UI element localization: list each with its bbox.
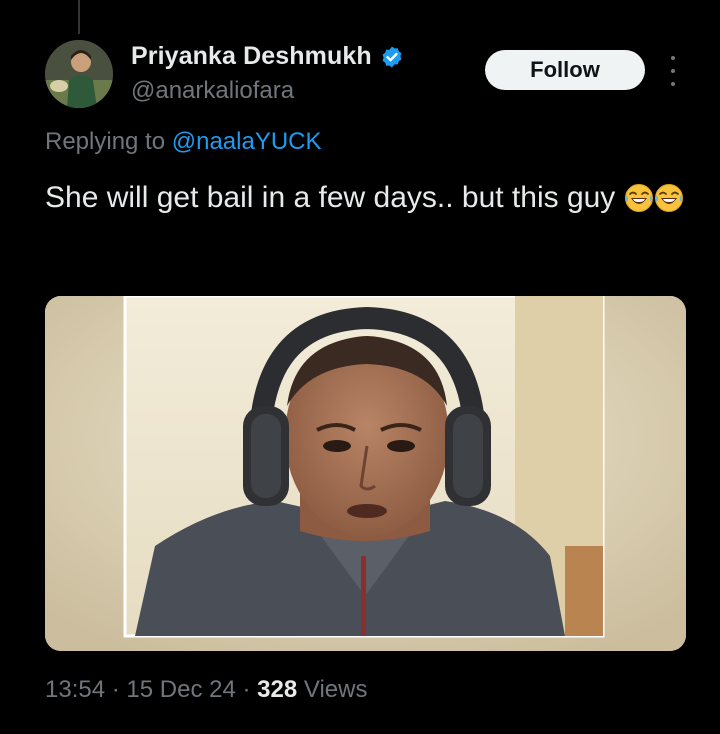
replying-to-prefix: Replying to: [45, 128, 172, 155]
thread-connector-line: [78, 0, 80, 34]
tweet-text: She will get bail in a few days.. but th…: [45, 176, 685, 225]
follow-button[interactable]: Follow: [485, 50, 645, 90]
meta-separator: ·: [111, 676, 120, 703]
replying-to-handle-link[interactable]: @naalaYUCK: [172, 128, 322, 155]
author-info: Priyanka Deshmukh @anarkaliofara: [131, 42, 404, 105]
tweet-meta: 13:54 · 15 Dec 24 · 328 Views: [45, 676, 367, 704]
author-display-name[interactable]: Priyanka Deshmukh: [131, 42, 372, 71]
avatar[interactable]: [45, 40, 113, 108]
tweet-date[interactable]: 15 Dec 24: [126, 676, 235, 703]
photo-of-man-with-headphones: [45, 296, 686, 651]
verified-badge-icon: [380, 45, 404, 69]
author-handle[interactable]: @anarkaliofara: [131, 77, 404, 105]
replying-to-line: Replying to @naalaYUCK: [45, 128, 322, 156]
more-options-icon[interactable]: [665, 56, 681, 86]
face-with-tears-of-joy-icon: [654, 182, 684, 225]
views-count: 328: [257, 676, 298, 703]
tweet-media-image[interactable]: [45, 296, 686, 651]
tweet-header: Priyanka Deshmukh @anarkaliofara Follow: [45, 40, 685, 112]
tweet-body: She will get bail in a few days.. but th…: [45, 181, 616, 214]
tweet-time[interactable]: 13:54: [45, 676, 105, 703]
face-with-tears-of-joy-icon: [624, 182, 654, 225]
views-label: Views: [303, 676, 368, 703]
meta-separator: ·: [242, 676, 251, 703]
